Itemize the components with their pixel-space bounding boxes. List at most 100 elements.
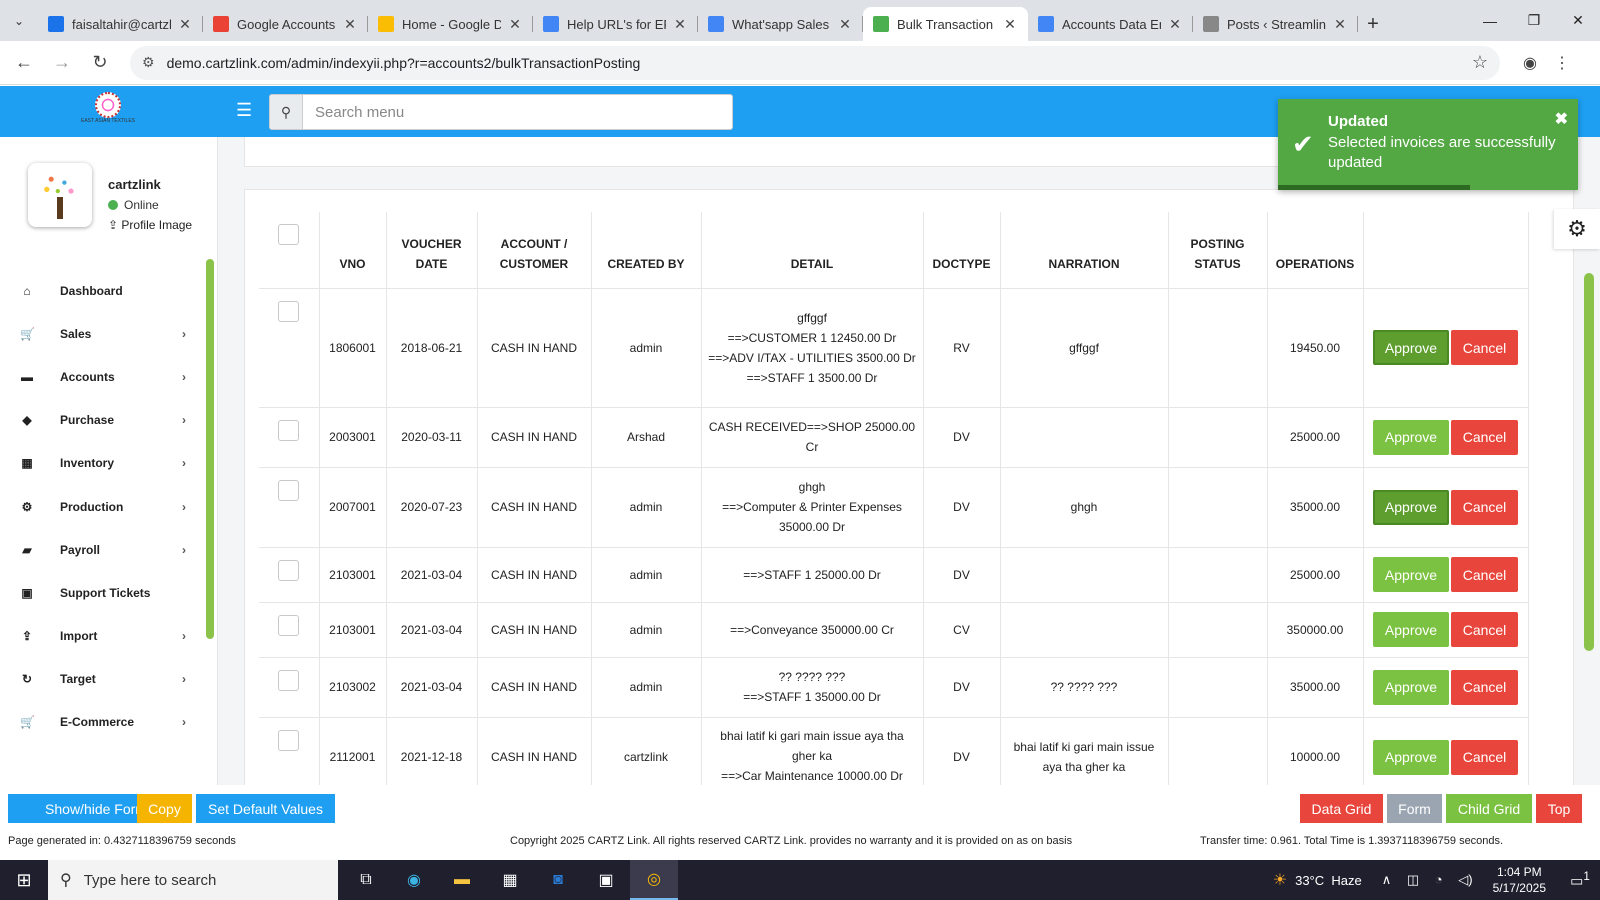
wifi-icon[interactable]: ◔ bbox=[1435, 872, 1443, 887]
edge-icon[interactable]: ◉ bbox=[390, 860, 438, 900]
clock[interactable]: 1:04 PM 5/17/2025 bbox=[1493, 864, 1546, 896]
sidebar-item-purchase[interactable]: ◆ Purchase › bbox=[0, 399, 200, 442]
approve-button[interactable]: Approve bbox=[1373, 330, 1449, 365]
row-checkbox[interactable] bbox=[278, 479, 300, 501]
chrome-icon[interactable]: ◎ bbox=[630, 860, 678, 900]
avatar[interactable] bbox=[28, 163, 92, 227]
browser-tab[interactable]: What'sapp Sales M ✕ bbox=[698, 7, 863, 41]
sidebar-item-dashboard[interactable]: ⌂ Dashboard bbox=[0, 269, 200, 312]
tab-search-dropdown[interactable]: ⌄ bbox=[0, 0, 38, 41]
table-row[interactable]: 2103001 2021-03-04 CASH IN HAND admin ==>Con… bbox=[259, 602, 1529, 658]
restore-button[interactable]: ❐ bbox=[1512, 0, 1556, 41]
top-button[interactable]: Top bbox=[1536, 794, 1582, 823]
browser-tab[interactable]: Bulk Transaction P ✕ bbox=[863, 7, 1028, 41]
bookmark-star-icon[interactable]: ☆ bbox=[1472, 52, 1488, 73]
volume-icon[interactable]: ◁) bbox=[1458, 872, 1472, 887]
hamburger-menu-icon[interactable]: ☰ bbox=[236, 100, 252, 121]
browser-tab[interactable]: Home - Google D ✕ bbox=[368, 7, 533, 41]
store-icon[interactable]: ▦ bbox=[486, 860, 534, 900]
table-row[interactable]: 1806001 2018-06-21 CASH IN HAND admin gffggf… bbox=[259, 288, 1529, 408]
sidebar-item-import[interactable]: ⇪ Import › bbox=[0, 615, 200, 658]
sidebar-item-target[interactable]: ↻ Target › bbox=[0, 658, 200, 701]
browser-menu-icon[interactable]: ⋮ bbox=[1546, 47, 1578, 79]
set-default-values-button[interactable]: Set Default Values bbox=[196, 794, 335, 823]
row-checkbox[interactable] bbox=[278, 419, 300, 441]
network-icon[interactable]: ◫ bbox=[1407, 872, 1419, 887]
col-detail[interactable]: DETAIL bbox=[701, 212, 924, 289]
weather-widget[interactable]: ☀ 33°C Haze bbox=[1273, 870, 1362, 890]
col-posting-status[interactable]: POSTING STATUS bbox=[1168, 212, 1268, 289]
approve-button[interactable]: Approve bbox=[1373, 419, 1449, 455]
select-all-checkbox[interactable] bbox=[278, 224, 300, 245]
back-button[interactable]: ← bbox=[6, 45, 42, 81]
tab-close-icon[interactable]: ✕ bbox=[177, 16, 193, 33]
table-row[interactable]: 2112001 2021-12-18 CASH IN HAND cartzlink bh… bbox=[259, 717, 1529, 785]
row-checkbox[interactable] bbox=[278, 559, 300, 581]
cancel-button[interactable]: Cancel bbox=[1451, 557, 1518, 592]
browser-tab[interactable]: Accounts Data Ent ✕ bbox=[1028, 7, 1193, 41]
browser-tab[interactable]: Help URL's for ERP ✕ bbox=[533, 7, 698, 41]
new-tab-button[interactable]: + bbox=[1358, 7, 1388, 41]
row-checkbox[interactable] bbox=[278, 729, 300, 751]
sidebar-item-accounts[interactable]: ▬ Accounts › bbox=[0, 355, 200, 398]
notification-center[interactable]: ▭1 bbox=[1560, 870, 1600, 890]
site-info-icon[interactable]: ⚙ bbox=[142, 54, 155, 71]
form-button[interactable]: Form bbox=[1387, 794, 1442, 823]
search-icon[interactable]: ⚲ bbox=[269, 94, 303, 130]
page-scrollbar[interactable] bbox=[1584, 273, 1594, 651]
cancel-button[interactable]: Cancel bbox=[1451, 669, 1518, 705]
col-vno[interactable]: VNO bbox=[319, 212, 387, 289]
sidebar-item-sales[interactable]: 🛒 Sales › bbox=[0, 312, 200, 355]
chevron-up-icon[interactable]: ∧ bbox=[1382, 872, 1392, 887]
table-row[interactable]: 2003001 2020-03-11 CASH IN HAND Arshad CASH … bbox=[259, 407, 1529, 468]
minimize-button[interactable]: — bbox=[1468, 0, 1512, 41]
cancel-button[interactable]: Cancel bbox=[1451, 330, 1518, 365]
table-row[interactable]: 2103002 2021-03-04 CASH IN HAND admin?? ???… bbox=[259, 657, 1529, 718]
row-checkbox[interactable] bbox=[278, 614, 300, 636]
approve-button[interactable]: Approve bbox=[1373, 612, 1449, 647]
sidebar-item-e-commerce[interactable]: 🛒 E-Commerce › bbox=[0, 701, 200, 744]
col-narration[interactable]: NARRATION bbox=[1000, 212, 1169, 289]
file-explorer-icon[interactable]: ▬ bbox=[438, 860, 486, 900]
approve-button[interactable]: Approve bbox=[1373, 669, 1449, 705]
row-checkbox[interactable] bbox=[278, 669, 300, 691]
sidebar-item-production[interactable]: ⚙ Production › bbox=[0, 485, 200, 528]
windows-start-icon[interactable]: ⊞ bbox=[0, 860, 48, 900]
close-window-button[interactable]: ✕ bbox=[1556, 0, 1600, 41]
cancel-button[interactable]: Cancel bbox=[1451, 489, 1518, 525]
col-account[interactable]: ACCOUNT / CUSTOMER bbox=[477, 212, 592, 289]
url-bar[interactable]: ⚙ demo.cartzlink.com/admin/indexyii.php?… bbox=[130, 45, 1500, 80]
vnc-icon[interactable]: ▣ bbox=[582, 860, 630, 900]
sidebar-item-support-tickets[interactable]: ▣ Support Tickets bbox=[0, 571, 200, 614]
row-checkbox[interactable] bbox=[278, 300, 300, 322]
sidebar-item-payroll[interactable]: ▰ Payroll › bbox=[0, 528, 200, 571]
search-input[interactable] bbox=[303, 94, 733, 130]
cancel-button[interactable]: Cancel bbox=[1451, 612, 1518, 647]
browser-tab[interactable]: faisaltahir@cartzli ✕ bbox=[38, 7, 203, 41]
tab-close-icon[interactable]: ✕ bbox=[837, 16, 853, 33]
company-logo[interactable]: EAST ASIAN TEXTILES bbox=[78, 92, 138, 132]
table-row[interactable]: 2007001 2020-07-23 CASH IN HAND admin ghgh ==… bbox=[259, 467, 1529, 548]
tab-close-icon[interactable]: ✕ bbox=[1002, 16, 1018, 33]
cancel-button[interactable]: Cancel bbox=[1451, 739, 1518, 775]
table-row[interactable]: 2103001 2021-03-04 CASH IN HAND admin ==>STA… bbox=[259, 547, 1529, 603]
toast-close-icon[interactable]: ✖ bbox=[1555, 109, 1568, 129]
profile-icon[interactable]: ◉ bbox=[1514, 47, 1546, 79]
sidebar-scrollbar[interactable] bbox=[206, 259, 214, 639]
col-created-by[interactable]: CREATED BY bbox=[591, 212, 702, 289]
task-view-icon[interactable]: ⧉ bbox=[342, 860, 390, 900]
col-voucher-date[interactable]: VOUCHER DATE bbox=[386, 212, 478, 289]
forward-button[interactable]: → bbox=[44, 45, 80, 81]
tab-close-icon[interactable]: ✕ bbox=[672, 16, 688, 33]
taskbar-search[interactable]: ⚲ Type here to search bbox=[48, 860, 338, 900]
child-grid-button[interactable]: Child Grid bbox=[1446, 794, 1532, 823]
cancel-button[interactable]: Cancel bbox=[1451, 419, 1518, 455]
data-grid-button[interactable]: Data Grid bbox=[1300, 794, 1383, 823]
approve-button[interactable]: Approve bbox=[1373, 557, 1449, 592]
col-operations[interactable]: OPERATIONS bbox=[1267, 212, 1364, 289]
approve-button[interactable]: Approve bbox=[1373, 739, 1449, 775]
copy-button[interactable]: Copy bbox=[137, 794, 192, 823]
tab-close-icon[interactable]: ✕ bbox=[342, 16, 358, 33]
tab-close-icon[interactable]: ✕ bbox=[507, 16, 523, 33]
profile-image-link[interactable]: ⇪ Profile Image bbox=[108, 218, 192, 232]
